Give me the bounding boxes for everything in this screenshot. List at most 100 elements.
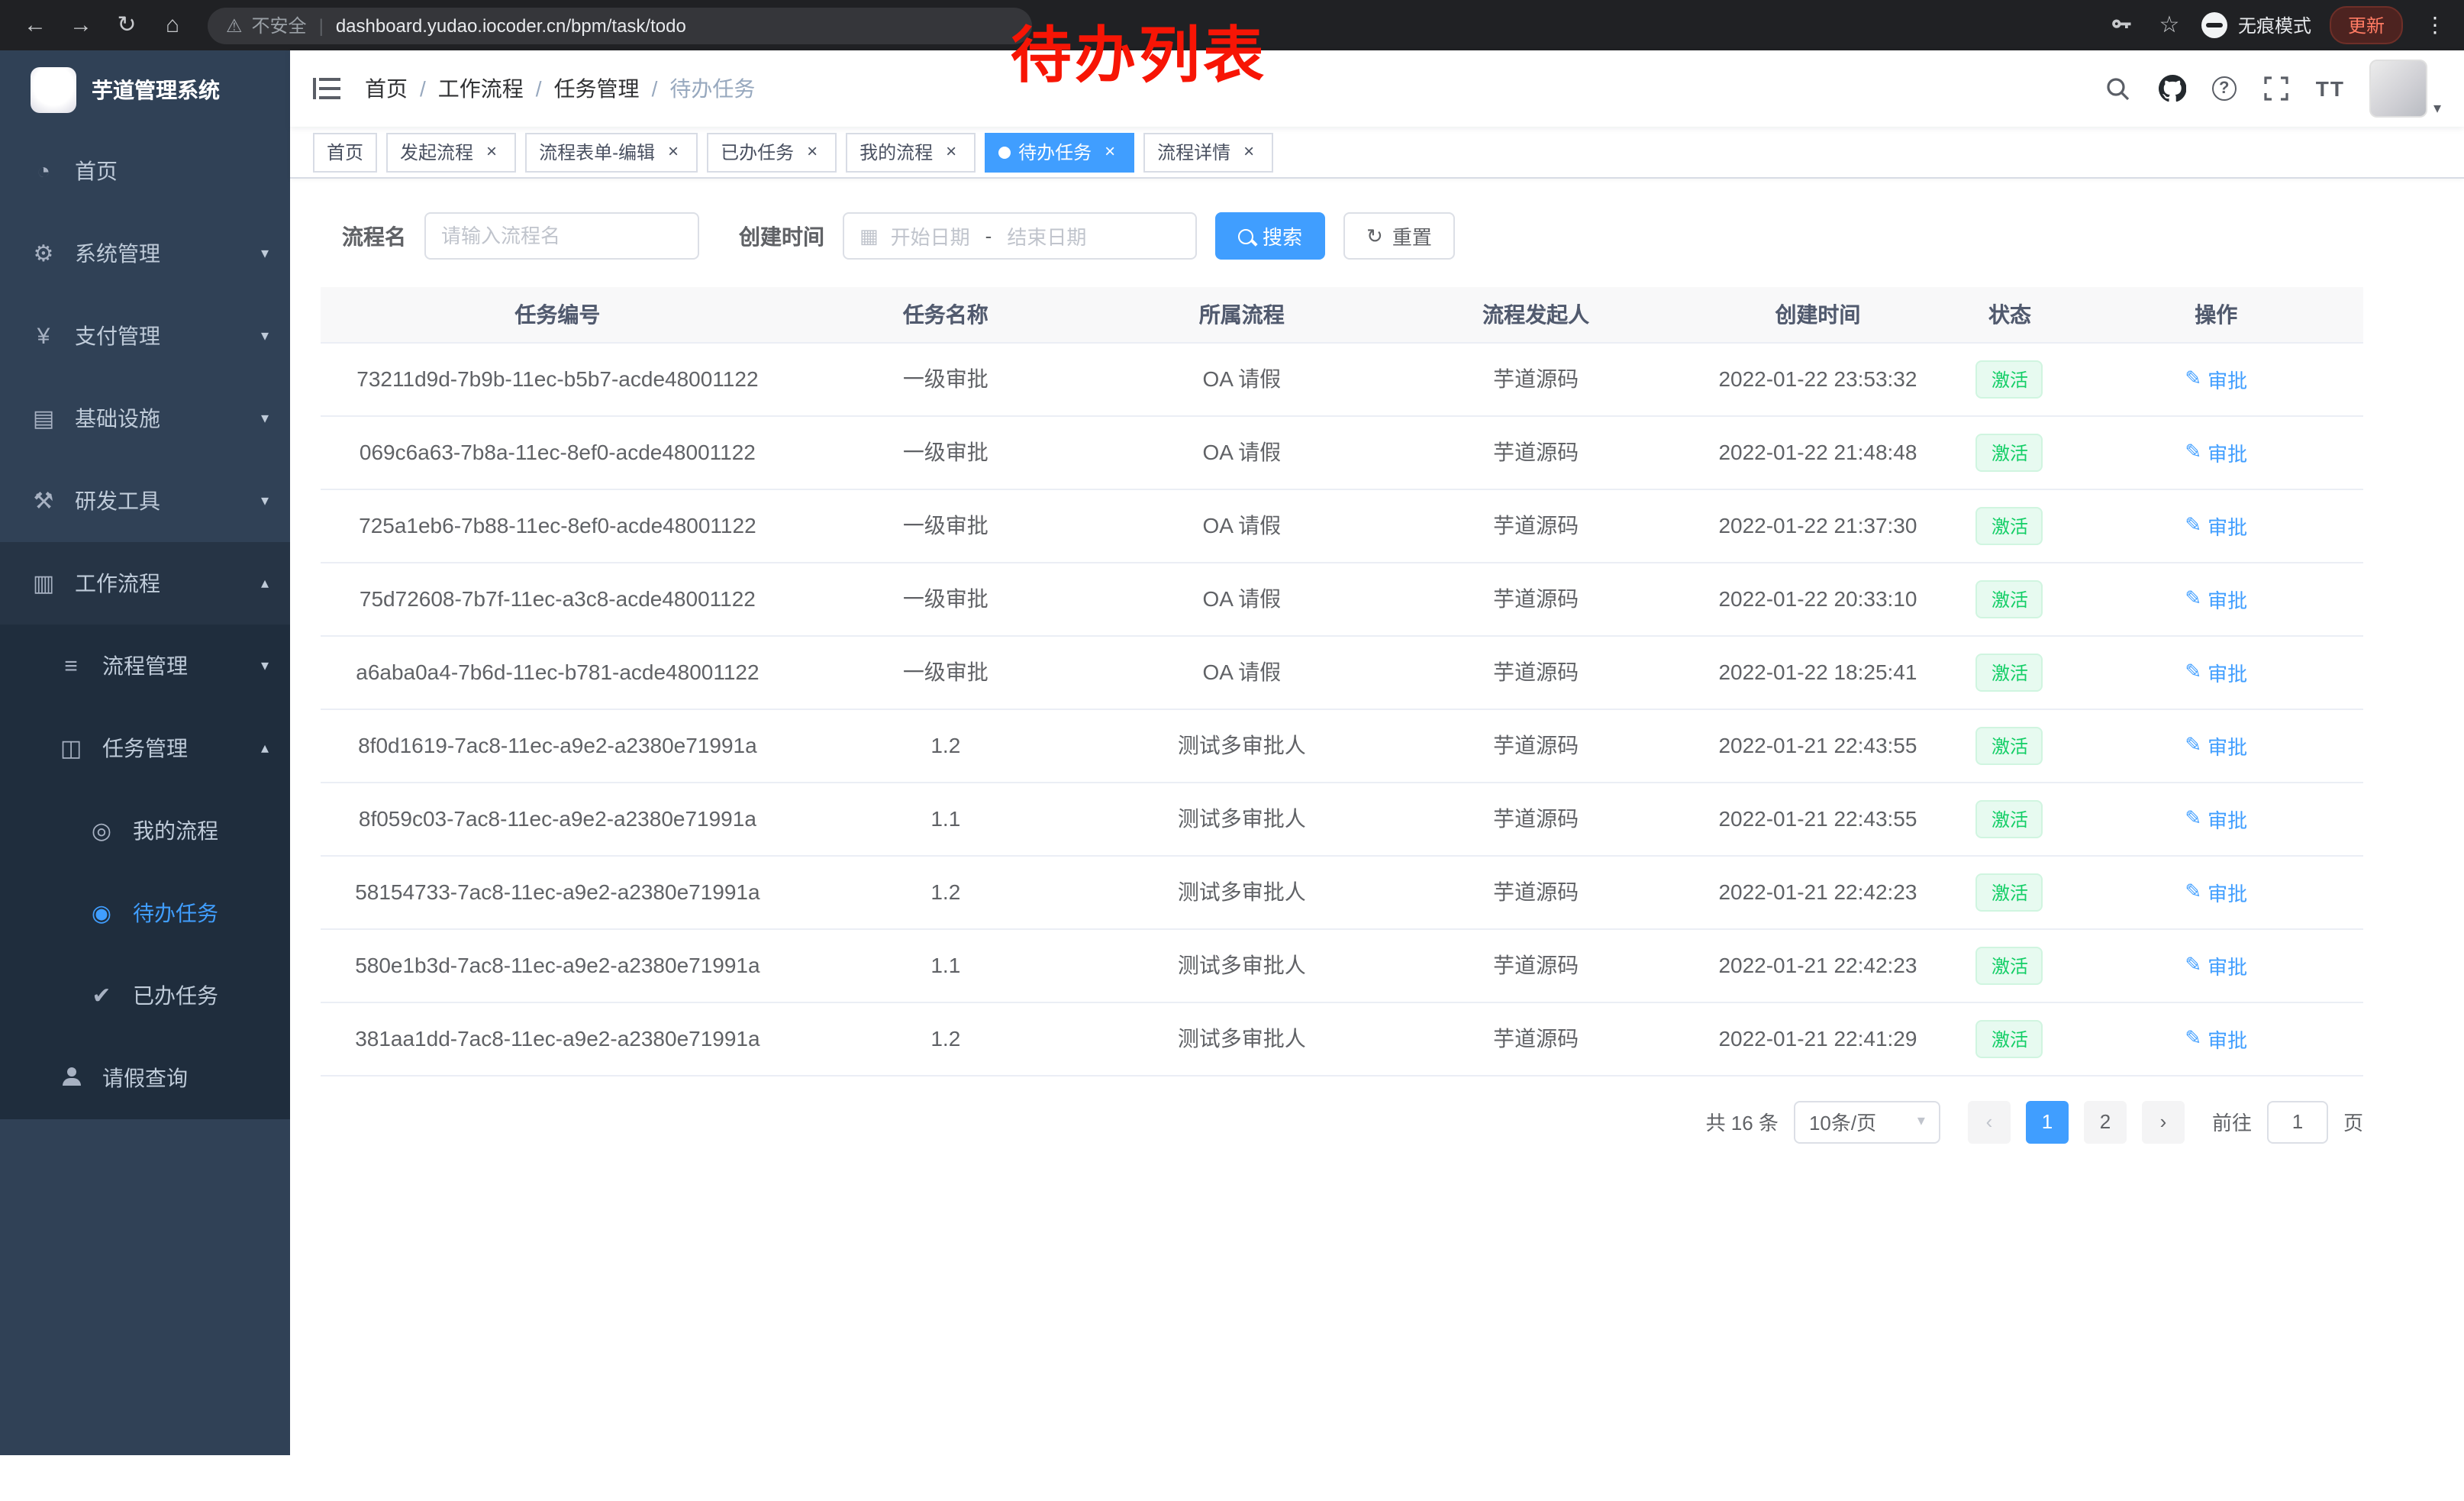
app-logo[interactable]: 芋道管理系统 — [0, 50, 290, 130]
sidebar-item-done-tasks[interactable]: ✔ 已办任务 — [0, 954, 290, 1037]
approve-link[interactable]: ✎ 审批 — [2185, 1024, 2247, 1053]
close-icon[interactable]: × — [481, 141, 502, 163]
next-page-button[interactable]: › — [2142, 1100, 2185, 1143]
status-badge: 激活 — [1976, 726, 2043, 764]
bookmark-star-icon[interactable]: ☆ — [2156, 0, 2183, 50]
tab-my-process[interactable]: 我的流程 × — [846, 132, 976, 172]
tab-todo-tasks[interactable]: 待办任务 × — [985, 132, 1134, 172]
search-icon[interactable] — [2102, 73, 2133, 104]
page-size-select[interactable]: 10条/页 ▾ — [1794, 1100, 1940, 1143]
approve-link[interactable]: ✎ 审批 — [2185, 437, 2247, 466]
back-icon[interactable]: ← — [15, 0, 55, 50]
close-icon[interactable]: × — [663, 141, 684, 163]
forward-icon[interactable]: → — [61, 0, 101, 50]
approve-link[interactable]: ✎ 审批 — [2185, 951, 2247, 980]
address-bar[interactable]: ⚠ 不安全 | dashboard.yudao.iocoder.cn/bpm/t… — [208, 7, 1032, 44]
github-icon[interactable] — [2157, 73, 2188, 104]
not-secure-icon: ⚠ — [226, 15, 243, 36]
prev-page-button[interactable]: ‹ — [1968, 1100, 2011, 1143]
sidebar-item-devtools[interactable]: ⚒ 研发工具 ▾ — [0, 460, 290, 542]
approve-link[interactable]: ✎ 审批 — [2185, 804, 2247, 833]
sidebar-item-task-management[interactable]: ◫ 任务管理 ▴ — [0, 707, 290, 789]
cell-actions: ✎ 审批 — [2069, 1002, 2363, 1075]
edit-icon: ✎ — [2185, 1026, 2201, 1051]
browser-menu-icon[interactable]: ⋮ — [2421, 12, 2449, 38]
approve-link[interactable]: ✎ 审批 — [2185, 877, 2247, 906]
page-2-button[interactable]: 2 — [2084, 1100, 2127, 1143]
close-icon[interactable]: × — [801, 141, 823, 163]
approve-link[interactable]: ✎ 审批 — [2185, 584, 2247, 613]
cell-actions: ✎ 审批 — [2069, 342, 2363, 415]
approve-link[interactable]: ✎ 审批 — [2185, 657, 2247, 686]
cell-actions: ✎ 审批 — [2069, 782, 2363, 855]
table-row: 75d72608-7b7f-11ec-a3c8-acde48001122 一级审… — [321, 562, 2363, 635]
sidebar-item-system[interactable]: ⚙ 系统管理 ▾ — [0, 212, 290, 295]
tab-done-tasks[interactable]: 已办任务 × — [707, 132, 837, 172]
workflow-icon: ▥ — [31, 570, 56, 597]
cell-process: OA 请假 — [1097, 489, 1387, 562]
cell-task-name: 1.1 — [795, 782, 1097, 855]
breadcrumb-task-management[interactable]: 任务管理 — [554, 73, 640, 104]
chevron-down-icon: ▾ — [261, 245, 269, 262]
approve-link[interactable]: ✎ 审批 — [2185, 511, 2247, 540]
monitor-icon: ▤ — [31, 405, 56, 432]
close-icon[interactable]: × — [1099, 141, 1121, 163]
sidebar-item-my-process[interactable]: ◎ 我的流程 — [0, 789, 290, 872]
cell-task-name: 一级审批 — [795, 489, 1097, 562]
app-title: 芋道管理系统 — [92, 75, 220, 105]
search-button[interactable]: 搜索 — [1215, 212, 1325, 260]
page-1-button[interactable]: 1 — [2026, 1100, 2069, 1143]
process-name-input[interactable] — [424, 212, 699, 260]
tab-start-process[interactable]: 发起流程 × — [386, 132, 516, 172]
font-size-icon[interactable]: TT — [2316, 76, 2345, 101]
key-icon[interactable] — [2107, 10, 2137, 40]
sidebar-item-infra[interactable]: ▤ 基础设施 ▾ — [0, 377, 290, 460]
tasks-icon: ◫ — [58, 734, 84, 762]
breadcrumb-home[interactable]: 首页 — [365, 73, 408, 104]
sidebar-item-todo-tasks[interactable]: ◉ 待办任务 — [0, 872, 290, 954]
home-icon[interactable]: ⌂ — [153, 0, 192, 50]
user-menu[interactable]: ▾ — [2369, 60, 2441, 118]
help-icon[interactable]: ? — [2212, 76, 2237, 101]
col-status: 状态 — [1950, 287, 2069, 342]
table-header-row: 任务编号 任务名称 所属流程 流程发起人 创建时间 状态 操作 — [321, 287, 2363, 342]
update-button[interactable]: 更新 — [2330, 6, 2403, 44]
approve-link[interactable]: ✎ 审批 — [2185, 731, 2247, 760]
tab-process-form-edit[interactable]: 流程表单-编辑 × — [525, 132, 698, 172]
close-icon[interactable]: × — [940, 141, 962, 163]
goto-label: 前往 — [2212, 1107, 2252, 1136]
goto-page-input[interactable] — [2267, 1100, 2328, 1143]
breadcrumb-workflow[interactable]: 工作流程 — [438, 73, 524, 104]
sidebar-item-process-management[interactable]: ≡ 流程管理 ▾ — [0, 625, 290, 707]
avatar[interactable] — [2369, 60, 2427, 118]
sidebar-collapse-icon[interactable] — [313, 78, 340, 99]
approve-link[interactable]: ✎ 审批 — [2185, 364, 2247, 393]
cell-process: OA 请假 — [1097, 415, 1387, 489]
sidebar-item-label: 研发工具 — [75, 486, 160, 516]
incognito-label: 无痕模式 — [2238, 12, 2311, 38]
cell-created: 2022-01-21 22:41:29 — [1685, 1002, 1951, 1075]
reload-icon[interactable]: ↻ — [107, 0, 147, 50]
cell-status: 激活 — [1950, 489, 2069, 562]
status-badge: 激活 — [1976, 1019, 2043, 1057]
security-label[interactable]: 不安全 — [252, 12, 307, 38]
sidebar-item-workflow[interactable]: ▥ 工作流程 ▴ — [0, 542, 290, 625]
reset-button[interactable]: ↻ 重置 — [1343, 212, 1455, 260]
breadcrumb-separator: / — [652, 76, 658, 101]
filter-form: 流程名 创建时间 ▦ 开始日期 - 结束日期 搜索 ↻ — [342, 212, 2363, 260]
close-icon[interactable]: × — [1238, 141, 1259, 163]
date-range-picker[interactable]: ▦ 开始日期 - 结束日期 — [843, 212, 1197, 260]
table-row: 580e1b3d-7ac8-11ec-a9e2-a2380e71991a 1.1… — [321, 928, 2363, 1002]
chevron-down-icon: ▾ — [261, 328, 269, 344]
status-badge: 激活 — [1976, 799, 2043, 838]
fullscreen-icon[interactable] — [2261, 73, 2291, 104]
status-badge: 激活 — [1976, 946, 2043, 984]
sidebar-item-home[interactable]: ◔ 首页 — [0, 130, 290, 212]
sidebar-item-leave-query[interactable]: 请假查询 — [0, 1037, 290, 1119]
chat-icon: ◎ — [89, 817, 114, 844]
cell-starter: 芋道源码 — [1387, 782, 1685, 855]
cell-created: 2022-01-21 22:43:55 — [1685, 782, 1951, 855]
sidebar-item-pay[interactable]: ¥ 支付管理 ▾ — [0, 295, 290, 377]
tab-home[interactable]: 首页 — [313, 132, 377, 172]
tab-process-detail[interactable]: 流程详情 × — [1143, 132, 1273, 172]
